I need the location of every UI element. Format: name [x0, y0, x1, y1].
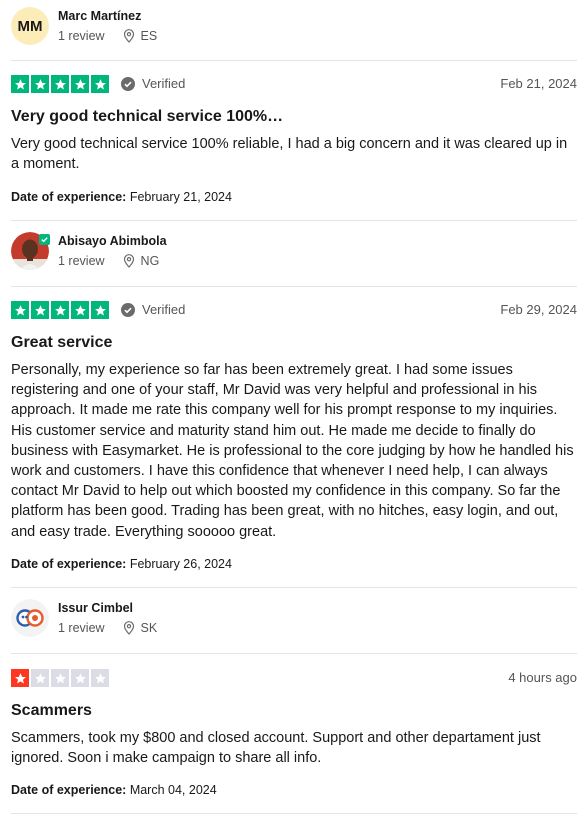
review-title[interactable]: Very good technical service 100%…	[11, 108, 283, 126]
reviewer-meta: 1 review NG	[58, 254, 159, 268]
star-icon	[11, 669, 29, 687]
verified-label[interactable]: Verified	[121, 76, 185, 91]
review-count: 1 review	[58, 254, 105, 268]
review-body: Scammers, took my $800 and closed accoun…	[11, 730, 541, 767]
star-icon	[31, 669, 49, 687]
reviewer-header: Issur Cimbel 1 review SK	[11, 599, 571, 639]
star-icon	[31, 301, 49, 319]
star-icon	[11, 75, 29, 93]
reviewer-country: SK	[140, 621, 158, 635]
star-rating	[11, 75, 109, 93]
reviewer-name[interactable]: Issur Cimbel	[58, 601, 133, 615]
location-pin-icon	[123, 254, 135, 268]
review-title[interactable]: Great service	[11, 334, 112, 352]
date-of-experience: Date of experience: February 26, 2024	[11, 557, 232, 571]
reviewer-name[interactable]: Abisayo Abimbola	[58, 234, 167, 248]
star-icon	[91, 301, 109, 319]
review-date: Feb 29, 2024	[500, 302, 577, 317]
date-of-experience: Date of experience: February 21, 2024	[11, 190, 232, 204]
divider	[11, 813, 577, 814]
review-count: 1 review	[58, 621, 105, 635]
reviewer-country: NG	[140, 254, 160, 268]
verified-badge-icon	[39, 232, 50, 250]
review-date: 4 hours ago	[508, 670, 577, 685]
star-icon	[71, 669, 89, 687]
date-of-experience-label: Date of experience:	[11, 783, 127, 797]
star-icon	[91, 669, 109, 687]
location-pin-icon	[123, 29, 135, 43]
verified-check-icon	[121, 76, 135, 91]
star-rating	[11, 301, 109, 319]
star-icon	[71, 75, 89, 93]
divider	[11, 220, 577, 221]
verified-text: Verified	[142, 76, 186, 91]
divider	[11, 60, 577, 61]
date-of-experience-value: March 04, 2024	[129, 783, 217, 797]
divider	[11, 653, 577, 654]
avatar[interactable]: MM	[11, 7, 49, 45]
date-of-experience-label: Date of experience:	[11, 190, 127, 204]
date-of-experience-value: February 26, 2024	[129, 557, 232, 571]
date-of-experience-label: Date of experience:	[11, 557, 127, 571]
review-body: Personally, my experience so far has bee…	[11, 362, 574, 540]
review-date: Feb 21, 2024	[500, 76, 577, 91]
star-icon	[51, 75, 69, 93]
review-title[interactable]: Scammers	[11, 702, 92, 720]
reviewer-meta: 1 review SK	[58, 621, 157, 635]
star-rating	[11, 669, 109, 687]
star-icon	[71, 301, 89, 319]
star-icon	[31, 75, 49, 93]
verified-check-icon	[121, 302, 135, 317]
star-icon	[91, 75, 109, 93]
star-icon	[11, 301, 29, 319]
location-pin-icon	[123, 621, 135, 635]
date-of-experience-value: February 21, 2024	[129, 190, 232, 204]
divider	[11, 587, 577, 588]
review-count: 1 review	[58, 29, 105, 43]
verified-text: Verified	[142, 302, 186, 317]
star-icon	[51, 669, 69, 687]
reviewer-name[interactable]: Marc Martínez	[58, 9, 141, 23]
reviewer-meta: 1 review ES	[58, 29, 157, 43]
review-body: Very good technical service 100% reliabl…	[11, 136, 568, 173]
reviewer-header: Abisayo Abimbola 1 review NG	[11, 232, 571, 272]
verified-label[interactable]: Verified	[121, 302, 185, 317]
reviewer-header: MM Marc Martínez 1 review ES	[11, 7, 571, 47]
divider	[11, 286, 577, 287]
date-of-experience: Date of experience: March 04, 2024	[11, 783, 217, 797]
avatar[interactable]	[11, 599, 49, 637]
star-icon	[51, 301, 69, 319]
reviewer-country: ES	[140, 29, 158, 43]
